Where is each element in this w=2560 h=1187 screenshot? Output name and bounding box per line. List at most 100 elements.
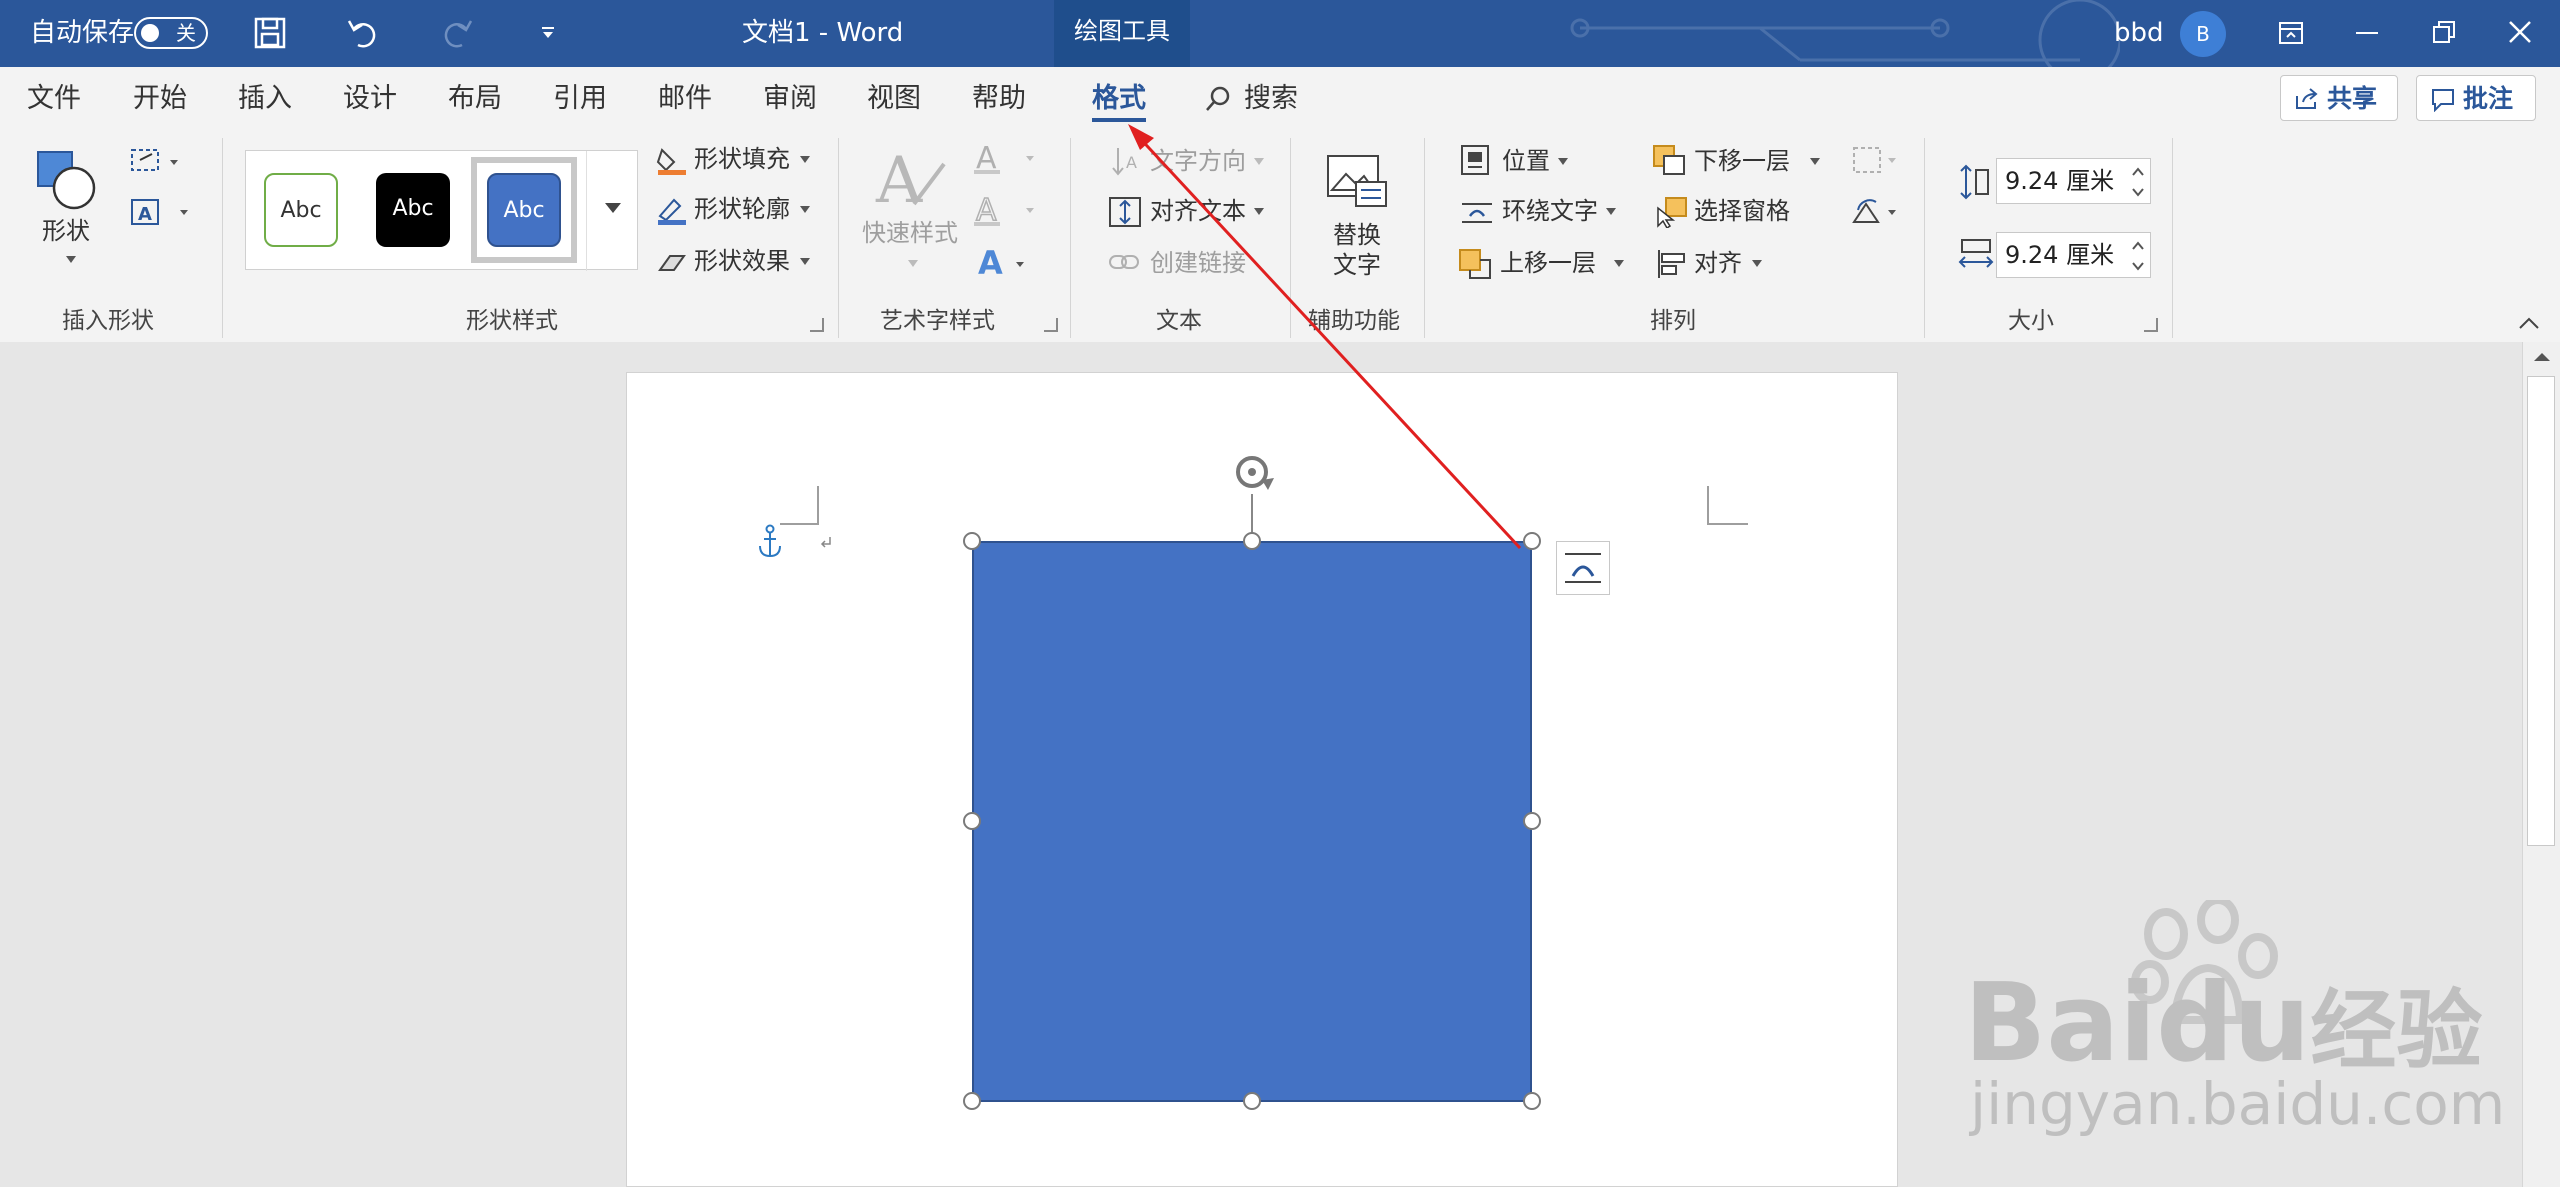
toggle-knob (141, 24, 159, 42)
document-title: 文档1 - Word (742, 18, 904, 48)
chevron-down-icon (66, 256, 76, 263)
blue-rectangle-shape[interactable] (972, 541, 1532, 1102)
shape-width-icon (1958, 239, 1994, 268)
group-label-wordart-styles: 艺术字样式 (880, 308, 995, 334)
shape-width-input[interactable]: 9.24 厘米 (1996, 232, 2151, 278)
shape-height-input[interactable]: 9.24 厘米 (1996, 158, 2151, 204)
size-launcher[interactable] (2144, 318, 2158, 332)
wordart-launcher[interactable] (1044, 318, 1058, 332)
layout-options-button[interactable] (1556, 541, 1610, 595)
shape-styles-launcher[interactable] (810, 318, 824, 332)
layout-options-icon (1565, 553, 1601, 583)
shapes-icon[interactable] (36, 150, 98, 210)
chevron-down-icon (908, 260, 918, 267)
tab-view[interactable]: 视图 (867, 67, 921, 130)
watermark-logo-text-2: du (2156, 961, 2311, 1086)
text-outline-icon[interactable]: A (974, 194, 1038, 228)
style-swatch-black[interactable]: Abc (376, 173, 450, 247)
align-button[interactable]: 对齐 (1694, 248, 1742, 278)
shape-outline-icon (658, 198, 686, 225)
tab-help[interactable]: 帮助 (972, 67, 1026, 130)
paragraph-mark-icon (820, 537, 831, 548)
autosave-label: 自动保存 (30, 18, 135, 48)
shape-outline-button[interactable]: 形状轮廓 (694, 194, 790, 224)
resize-handle-bottom[interactable] (1243, 1092, 1261, 1110)
shape-height-value: 9.24 厘米 (2005, 167, 2115, 195)
spinner-arrows-icon[interactable] (2131, 165, 2145, 199)
edit-shape-icon[interactable] (130, 146, 182, 176)
chevron-down-icon (1810, 158, 1820, 165)
style-swatch-outline[interactable]: Abc (264, 173, 338, 247)
gallery-more-button[interactable] (586, 151, 640, 271)
user-name: bbd (2114, 18, 2164, 48)
close-icon[interactable] (2508, 20, 2532, 44)
comments-button[interactable]: 批注 (2416, 75, 2536, 121)
tab-review[interactable]: 审阅 (763, 67, 817, 130)
vertical-scrollbar[interactable] (2522, 342, 2560, 1187)
selection-pane-button[interactable]: 选择窗格 (1694, 196, 1790, 226)
group-label-insert-shapes: 插入形状 (62, 308, 154, 334)
avatar[interactable]: B (2180, 11, 2226, 57)
undo-icon[interactable] (346, 15, 382, 51)
resize-handle-left[interactable] (963, 812, 981, 830)
tab-file[interactable]: 文件 (27, 67, 81, 130)
redo-icon[interactable] (438, 15, 474, 51)
shape-effects-button[interactable]: 形状效果 (694, 246, 790, 276)
minimize-icon[interactable] (2356, 32, 2380, 36)
group-label-shape-styles: 形状样式 (466, 308, 558, 334)
group-objects-icon[interactable] (1850, 144, 1900, 176)
spinner-arrows-icon[interactable] (2131, 239, 2145, 273)
group-separator (1924, 138, 1925, 338)
anchor-icon (759, 524, 781, 558)
tab-design[interactable]: 设计 (343, 67, 397, 130)
tab-references[interactable]: 引用 (553, 67, 607, 130)
collapse-ribbon-icon[interactable] (2518, 316, 2540, 330)
tab-insert[interactable]: 插入 (238, 67, 292, 130)
save-icon[interactable] (254, 17, 286, 49)
text-fill-icon[interactable]: A (974, 142, 1038, 176)
resize-handle-bottom-right[interactable] (1523, 1092, 1541, 1110)
svg-text:A: A (978, 246, 1003, 280)
share-button[interactable]: 共享 (2280, 75, 2398, 121)
tab-mailings[interactable]: 邮件 (658, 67, 712, 130)
scroll-up-icon[interactable] (2534, 352, 2550, 362)
shape-fill-button[interactable]: 形状填充 (694, 144, 790, 174)
scrollbar-thumb[interactable] (2527, 376, 2555, 846)
shapes-button[interactable]: 形状 (42, 216, 90, 246)
send-backward-button[interactable]: 下移一层 (1694, 146, 1790, 176)
comment-icon (2432, 89, 2454, 112)
share-icon (2296, 88, 2318, 109)
rotate-icon[interactable] (1850, 196, 1900, 228)
tab-layout[interactable]: 布局 (448, 67, 502, 130)
watermark-cn: 经验 (2310, 981, 2483, 1081)
chevron-down-icon (800, 258, 810, 265)
tab-home[interactable]: 开始 (133, 67, 187, 130)
autosave-state: 关 (176, 21, 196, 45)
ribbon-display-options-icon[interactable] (2278, 21, 2304, 45)
group-separator (838, 138, 839, 338)
group-separator (2172, 138, 2173, 338)
chevron-down-icon (800, 156, 810, 163)
style-swatch-blue[interactable]: Abc (487, 173, 561, 247)
align-icon (1658, 250, 1685, 278)
resize-handle-right[interactable] (1523, 812, 1541, 830)
restore-icon[interactable] (2432, 20, 2456, 44)
quick-styles-button[interactable]: 快速样式 (862, 218, 958, 248)
resize-handle-bottom-left[interactable] (963, 1092, 981, 1110)
resize-handle-top-left[interactable] (963, 532, 981, 550)
search-icon[interactable] (1204, 85, 1232, 113)
title-bar: 自动保存 关 文档1 - Word 绘图工具 bbd B (0, 0, 2560, 67)
watermark-logo: Baidu经验 (1964, 960, 2482, 1086)
chevron-down-icon (605, 203, 621, 213)
share-label: 共享 (2327, 84, 2378, 113)
watermark-url: jingyan.baidu.com (1970, 1070, 2506, 1138)
text-box-icon[interactable]: A (130, 198, 192, 228)
selection-pane-icon (1657, 197, 1687, 228)
group-label-arrange: 排列 (1650, 308, 1696, 334)
text-effects-icon[interactable]: A (976, 246, 1030, 280)
chevron-down-icon (1558, 158, 1568, 165)
autosave-toggle[interactable]: 关 (134, 17, 208, 49)
comments-label: 批注 (2463, 84, 2514, 113)
customize-qat-icon[interactable] (540, 25, 556, 41)
chevron-down-icon (1752, 260, 1762, 267)
